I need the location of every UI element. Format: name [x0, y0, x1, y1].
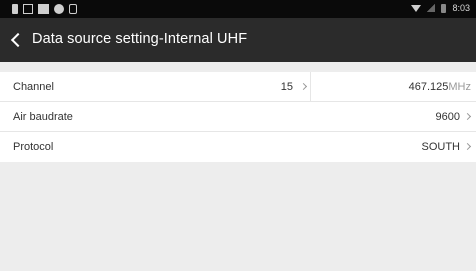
status-icons-right: 8:03 — [411, 3, 470, 13]
chevron-right-icon — [299, 82, 308, 91]
status-time: 8:03 — [452, 3, 470, 13]
chevron-right-icon — [463, 112, 472, 121]
page-title: Data source setting-Internal UHF — [32, 31, 248, 47]
status-bar: 8:03 — [0, 0, 476, 18]
frequency-value[interactable]: 467.125MHz — [409, 81, 471, 93]
air-baudrate-label: Air baudrate — [13, 111, 73, 123]
channel-row[interactable]: Channel 15 467.125MHz — [0, 72, 476, 102]
air-baudrate-row[interactable]: Air baudrate 9600 — [0, 102, 476, 132]
protocol-row[interactable]: Protocol SOUTH — [0, 132, 476, 162]
lock-icon — [69, 4, 77, 14]
divider — [310, 72, 311, 102]
signal-icon — [427, 4, 436, 12]
frequency-number: 467.125 — [408, 81, 449, 93]
image-icon — [23, 4, 33, 14]
status-icons-left — [12, 4, 77, 14]
square-icon — [38, 4, 49, 14]
protocol-label: Protocol — [13, 141, 54, 153]
air-baudrate-value: 9600 — [435, 111, 460, 123]
circle-icon — [54, 4, 64, 14]
channel-value: 15 — [280, 81, 293, 93]
back-button[interactable] — [8, 29, 26, 51]
channel-label: Channel — [13, 81, 54, 93]
app-bar: Data source setting-Internal UHF — [0, 18, 476, 62]
battery-small-icon — [12, 4, 18, 14]
frequency-unit: MHz — [448, 81, 471, 93]
battery-icon — [441, 3, 447, 13]
wifi-icon — [411, 4, 422, 12]
protocol-value: SOUTH — [421, 141, 461, 153]
settings-list: Channel 15 467.125MHz Air baudrate 9600 … — [0, 72, 476, 162]
chevron-right-icon — [463, 142, 472, 151]
